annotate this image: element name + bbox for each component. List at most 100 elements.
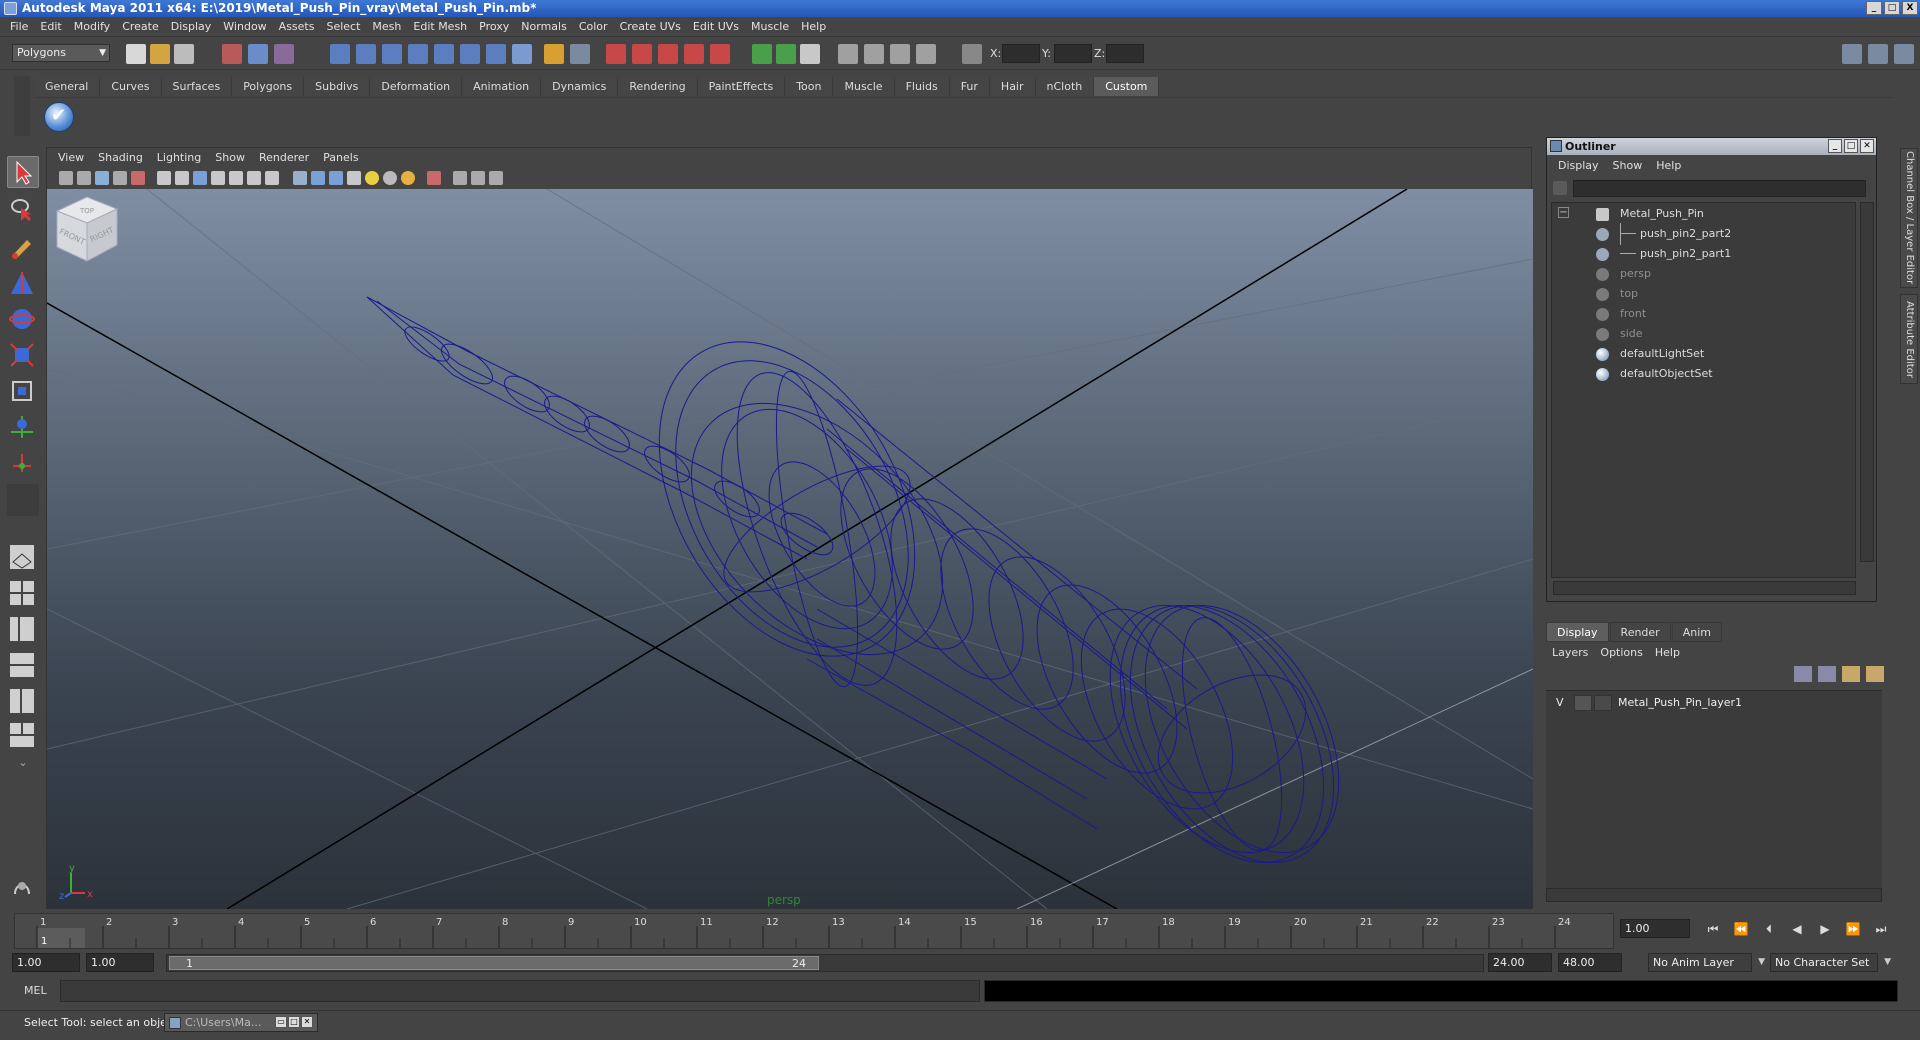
layer-row[interactable]: V Metal_Push_Pin_layer1 xyxy=(1546,693,1882,713)
wireframe-shading-icon[interactable] xyxy=(193,171,207,185)
go-to-start-icon[interactable]: ⏮ xyxy=(1702,920,1724,938)
3d-viewport[interactable]: TOP FRONT RIGHT y x z persp xyxy=(47,189,1533,909)
range-slider-track[interactable]: 1 24 xyxy=(166,954,1484,972)
persp-trax-layout-icon[interactable] xyxy=(7,720,39,752)
wireframe-on-shaded-icon[interactable] xyxy=(229,171,243,185)
menu-muscle[interactable]: Muscle xyxy=(745,17,795,37)
layer-visibility-toggle[interactable]: V xyxy=(1556,696,1564,709)
film-gate-icon[interactable] xyxy=(175,171,189,185)
outliner-menu-show[interactable]: Show xyxy=(1606,157,1650,175)
layer-tab-anim[interactable]: Anim xyxy=(1671,622,1722,642)
playback-end-time-field[interactable]: 24.00 xyxy=(1488,953,1552,972)
anim-layer-dropdown[interactable]: No Anim Layer ▼ xyxy=(1648,953,1765,972)
universal-manipulator-icon[interactable] xyxy=(7,376,39,408)
selected-lights-icon[interactable] xyxy=(401,171,415,185)
x-field[interactable] xyxy=(1002,44,1040,63)
close-button[interactable]: X xyxy=(1902,1,1918,15)
y-field[interactable] xyxy=(1054,44,1092,63)
new-scene-icon[interactable] xyxy=(126,44,146,64)
image-plane-icon[interactable] xyxy=(113,171,127,185)
single-perspective-layout-icon[interactable] xyxy=(7,542,39,574)
outliner-maximize-button[interactable]: □ xyxy=(1844,139,1858,153)
layer-menu-options[interactable]: Options xyxy=(1594,644,1648,662)
shelf-tab-toon[interactable]: Toon xyxy=(785,77,834,96)
all-lights-icon[interactable] xyxy=(365,171,379,185)
shelf-tab-hair[interactable]: Hair xyxy=(989,77,1036,96)
maximize-window-icon[interactable]: □ xyxy=(288,1016,300,1028)
layer-horizontal-scrollbar[interactable] xyxy=(1546,888,1882,902)
go-to-end-icon[interactable]: ⏭ xyxy=(1870,920,1892,938)
menu-edit-mesh[interactable]: Edit Mesh xyxy=(407,17,473,37)
collapse-toggle-icon[interactable]: − xyxy=(1558,207,1569,218)
render-settings-icon[interactable] xyxy=(916,44,936,64)
viewport-menu-panels[interactable]: Panels xyxy=(316,148,365,168)
z-field[interactable] xyxy=(1106,44,1144,63)
shelf-tab-dynamics[interactable]: Dynamics xyxy=(541,77,619,96)
shadows-icon[interactable] xyxy=(311,171,325,185)
ipr-render-icon[interactable] xyxy=(890,44,910,64)
layer-tab-render[interactable]: Render xyxy=(1609,622,1671,642)
uv-mask-icon[interactable] xyxy=(408,44,428,64)
viewport-menu-view[interactable]: View xyxy=(51,148,91,168)
toggle-channel-box-icon[interactable] xyxy=(1894,44,1914,64)
make-live-icon[interactable] xyxy=(710,44,730,64)
time-slider[interactable]: 1 2 3 4 5 6 7 8 9 10 11 12 13 14 15 16 17 18 19 20 21 22 23 24 1 xyxy=(14,913,1614,949)
frame-selected-icon[interactable] xyxy=(471,171,485,185)
more-layouts-icon[interactable]: ⌄ xyxy=(7,756,39,776)
mel-command-input[interactable] xyxy=(60,980,980,1002)
textured-icon[interactable] xyxy=(265,171,279,185)
move-tool-icon[interactable] xyxy=(7,268,39,300)
snap-curve-icon[interactable] xyxy=(632,44,652,64)
shelf-tab-fur[interactable]: Fur xyxy=(949,77,990,96)
play-backwards-icon[interactable]: ◀ xyxy=(1786,920,1808,938)
menu-help[interactable]: Help xyxy=(795,17,832,37)
select-hierarchy-icon[interactable] xyxy=(222,44,242,64)
layer-tab-display[interactable]: Display xyxy=(1546,622,1609,642)
shelf-menu-handle[interactable] xyxy=(14,76,30,136)
shelf-tab-general[interactable]: General xyxy=(34,77,101,96)
select-tool-icon[interactable] xyxy=(7,156,39,188)
high-quality-icon[interactable] xyxy=(329,171,343,185)
shelf-tab-surfaces[interactable]: Surfaces xyxy=(161,77,233,96)
use-default-light-icon[interactable] xyxy=(293,171,307,185)
menu-create[interactable]: Create xyxy=(116,17,165,37)
range-slider-handle[interactable]: 1 24 xyxy=(169,956,819,970)
output-ops-icon[interactable] xyxy=(776,44,796,64)
edge-mask-icon[interactable] xyxy=(356,44,376,64)
last-tool-icon[interactable] xyxy=(7,484,39,516)
share-view-icon[interactable] xyxy=(489,171,503,185)
joint-mask-icon[interactable] xyxy=(460,44,480,64)
paint-select-tool-icon[interactable] xyxy=(7,232,39,264)
menu-assets[interactable]: Assets xyxy=(273,17,321,37)
render-frame-icon[interactable] xyxy=(864,44,884,64)
menu-file[interactable]: File xyxy=(4,17,34,37)
create-layer-from-selected-icon[interactable] xyxy=(1866,666,1884,682)
persp-outliner-layout-icon[interactable] xyxy=(7,614,39,646)
shelf-tab-rendering[interactable]: Rendering xyxy=(618,77,698,96)
render-view-icon[interactable] xyxy=(838,44,858,64)
outliner-close-button[interactable]: ✕ xyxy=(1860,139,1874,153)
outliner-menu-help[interactable]: Help xyxy=(1649,157,1688,175)
construction-history-icon[interactable] xyxy=(800,44,820,64)
snap-view-plane-icon[interactable] xyxy=(684,44,704,64)
outliner-menu-display[interactable]: Display xyxy=(1551,157,1606,175)
select-object-icon[interactable] xyxy=(248,44,268,64)
shelf-tab-ncloth[interactable]: nCloth xyxy=(1035,77,1095,96)
menu-normals[interactable]: Normals xyxy=(515,17,573,37)
highlight-selection-icon[interactable] xyxy=(570,44,590,64)
viewcube[interactable]: TOP FRONT RIGHT xyxy=(47,189,127,269)
isolate-select-icon[interactable] xyxy=(427,171,441,185)
curve-mask-icon[interactable] xyxy=(486,44,506,64)
viewport-menu-renderer[interactable]: Renderer xyxy=(252,148,316,168)
open-scene-icon[interactable] xyxy=(150,44,170,64)
current-time-field[interactable]: 1.00 xyxy=(1620,919,1690,938)
outliner-minimize-button[interactable]: _ xyxy=(1828,139,1842,153)
lasso-tool-icon[interactable] xyxy=(7,194,39,226)
resolution-gate-icon[interactable] xyxy=(131,171,145,185)
menu-window[interactable]: Window xyxy=(217,17,272,37)
side-tab-channel-box-layer-editor[interactable]: Channel Box / Layer Editor xyxy=(1900,148,1918,288)
layer-color-swatch[interactable] xyxy=(1594,695,1612,711)
persp-graph-layout-icon[interactable] xyxy=(7,650,39,682)
minimized-window-button[interactable]: C:\Users\Ma... ▭ □ ✕ xyxy=(164,1013,318,1032)
ambient-occlusion-icon[interactable] xyxy=(347,171,361,185)
